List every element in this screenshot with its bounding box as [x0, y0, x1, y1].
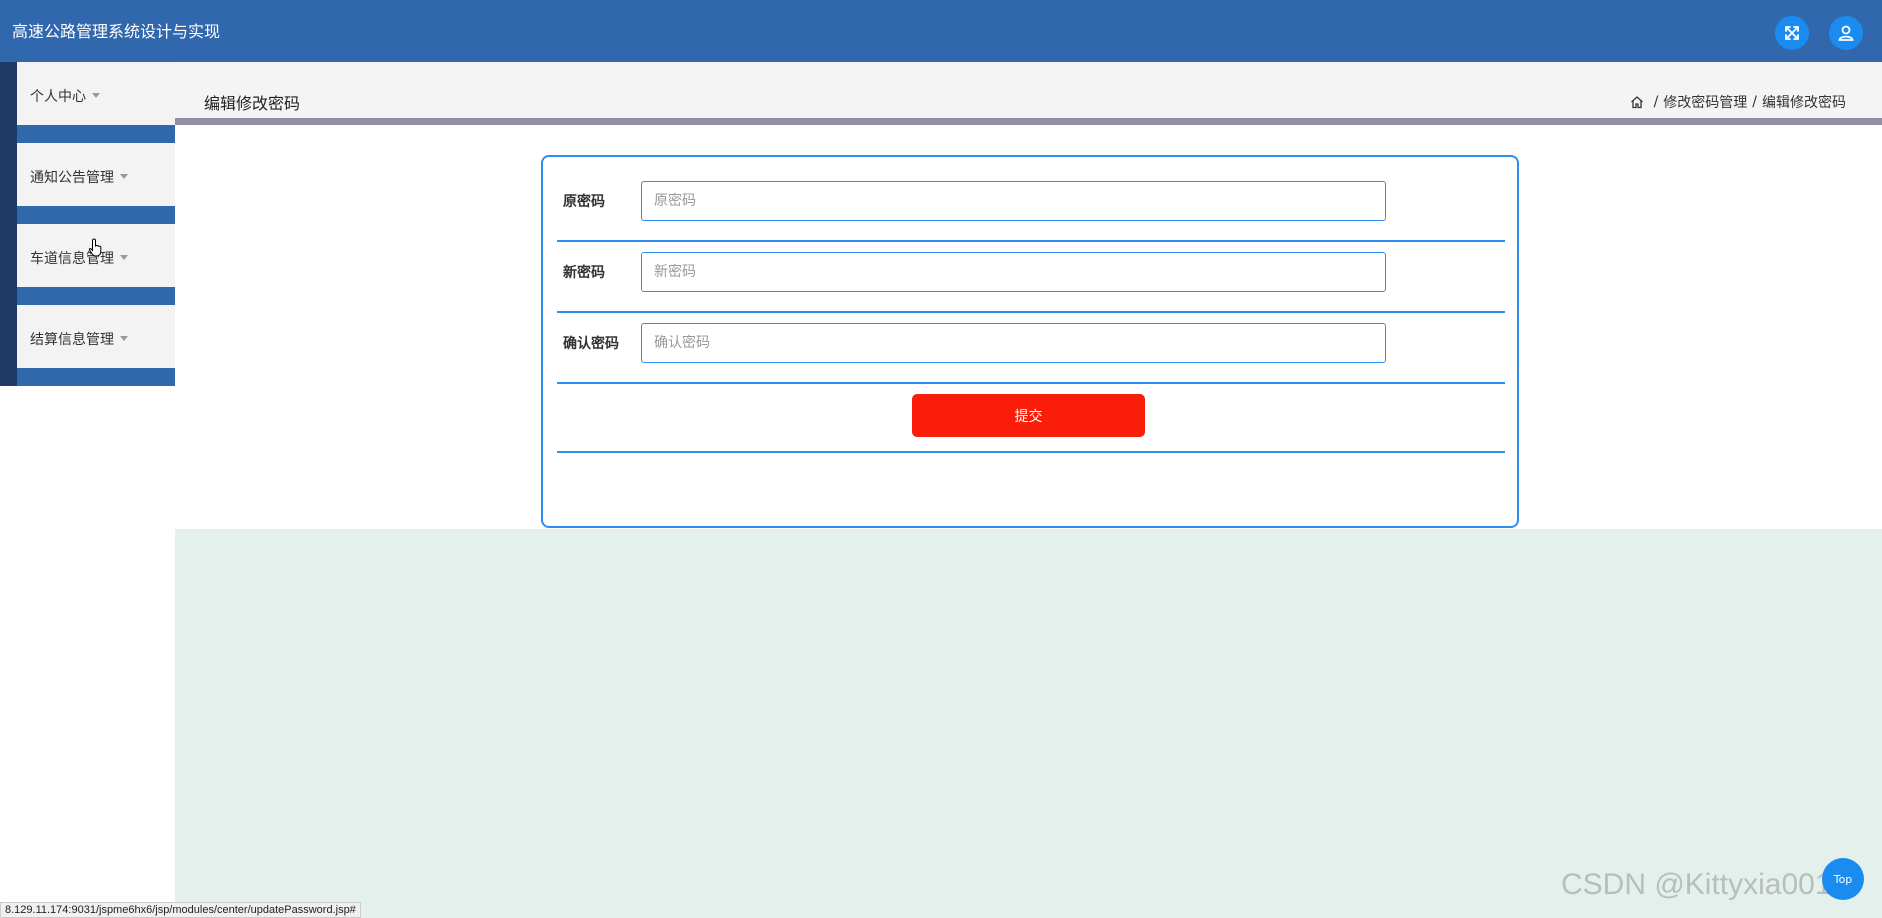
form-row-new-password: 新密码 — [557, 242, 1505, 313]
user-icon — [1838, 25, 1854, 41]
confirm-password-label: 确认密码 — [563, 336, 619, 352]
sidebar-group-settlement: 结算信息管理 — [0, 305, 175, 386]
password-form: 原密码 新密码 确认密码 提交 — [541, 155, 1519, 528]
page-header: 编辑修改密码 / 修改密码管理 / 编辑修改密码 — [175, 62, 1882, 118]
sidebar-divider — [0, 368, 175, 386]
breadcrumb-separator: / — [1653, 94, 1659, 110]
submit-button[interactable]: 提交 — [912, 394, 1145, 437]
sidebar-item-settlement-management[interactable]: 结算信息管理 — [0, 305, 175, 368]
sidebar-item-label: 个人中心 — [30, 86, 100, 106]
form-row-confirm-password: 确认密码 — [557, 313, 1505, 384]
expand-arrows-icon — [1785, 26, 1799, 40]
home-icon[interactable] — [1630, 95, 1644, 109]
caret-down-icon — [120, 335, 128, 341]
fullscreen-button[interactable] — [1775, 16, 1809, 50]
status-bar-url: 8.129.11.174:9031/jspme6hx6/jsp/modules/… — [0, 902, 361, 918]
breadcrumb-item-password-management[interactable]: 修改密码管理 — [1663, 92, 1747, 112]
breadcrumb-separator: / — [1752, 94, 1757, 110]
sidebar-item-edge — [0, 224, 17, 287]
new-password-input[interactable] — [641, 252, 1386, 292]
sidebar-group-personal: 个人中心 — [0, 62, 175, 143]
sidebar-group-notice: 通知公告管理 — [0, 143, 175, 224]
top-navbar: 高速公路管理系统设计与实现 — [0, 0, 1882, 62]
sidebar-item-edge — [0, 143, 17, 206]
watermark: CSDN @Kittyxia001 — [1561, 868, 1832, 901]
sidebar-divider — [0, 125, 175, 143]
confirm-password-input[interactable] — [641, 323, 1386, 363]
sidebar-item-label: 通知公告管理 — [30, 167, 128, 187]
sidebar-item-notice-management[interactable]: 通知公告管理 — [0, 143, 175, 206]
sidebar-item-text: 个人中心 — [30, 89, 86, 105]
app-title: 高速公路管理系统设计与实现 — [12, 22, 221, 41]
sidebar-divider-edge — [0, 125, 17, 143]
sidebar-item-label: 车道信息管理 — [30, 248, 128, 268]
sidebar-item-personal-center[interactable]: 个人中心 — [0, 62, 175, 125]
caret-down-icon — [92, 92, 100, 98]
sidebar-divider-edge — [0, 368, 17, 386]
back-to-top-button[interactable]: Top — [1822, 858, 1864, 900]
sidebar-menu: 个人中心 通知公告管理 车道信息管理 结算信息管理 — [0, 62, 175, 386]
breadcrumb: / 修改密码管理 / 编辑修改密码 — [1630, 92, 1846, 112]
old-password-label: 原密码 — [563, 194, 605, 210]
sidebar-divider-edge — [0, 287, 17, 305]
caret-down-icon — [120, 254, 128, 260]
old-password-input[interactable] — [641, 181, 1386, 221]
sidebar-item-label: 结算信息管理 — [30, 329, 128, 349]
header-divider — [175, 118, 1882, 125]
sidebar-item-text: 通知公告管理 — [30, 170, 114, 186]
sidebar-divider — [0, 206, 175, 224]
new-password-label: 新密码 — [563, 265, 605, 281]
breadcrumb-item-current: 编辑修改密码 — [1762, 95, 1846, 111]
hand-pointer-icon — [88, 238, 102, 257]
content-footer-area — [175, 529, 1882, 918]
page-title: 编辑修改密码 — [204, 94, 301, 113]
form-row-old-password: 原密码 — [557, 171, 1505, 242]
sidebar-group-lane: 车道信息管理 — [0, 224, 175, 305]
caret-down-icon — [120, 173, 128, 179]
form-actions: 提交 — [557, 377, 1505, 453]
sidebar-item-edge — [0, 62, 17, 125]
sidebar-divider-edge — [0, 206, 17, 224]
sidebar-item-edge — [0, 305, 17, 368]
user-menu-button[interactable] — [1829, 16, 1863, 50]
sidebar-item-text: 结算信息管理 — [30, 332, 114, 348]
sidebar-divider — [0, 287, 175, 305]
